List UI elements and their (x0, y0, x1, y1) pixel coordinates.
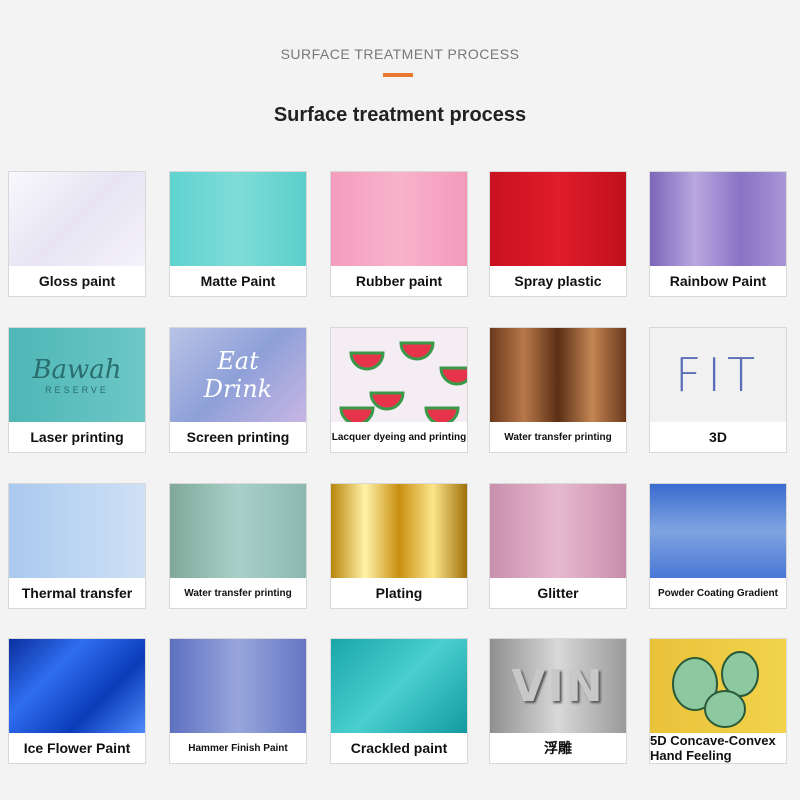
treatment-tile: Plating (330, 483, 468, 609)
treatment-label: Rainbow Paint (650, 266, 786, 296)
treatment-tile: Matte Paint (169, 171, 307, 297)
treatment-tile: Hammer Finish Paint (169, 638, 307, 764)
cactus-pad (721, 651, 759, 697)
watermelon-slice (399, 341, 435, 361)
treatment-label: Glitter (490, 578, 626, 608)
watermelon-slice (439, 366, 467, 386)
swatch-art-text: FIT (674, 348, 762, 402)
treatment-tile: Gloss paint (8, 171, 146, 297)
treatment-swatch (490, 328, 626, 422)
swatch-artwork: Eat Drink (170, 328, 306, 422)
swatch-art-text: Eat (217, 347, 259, 375)
treatment-tile: Powder Coating Gradient (649, 483, 787, 609)
treatment-label: Plating (331, 578, 467, 608)
treatment-tile: VIN 浮雕 (489, 638, 627, 764)
treatment-tile: Spray plastic (489, 171, 627, 297)
treatment-tile: Glitter (489, 483, 627, 609)
treatment-swatch (331, 484, 467, 578)
treatment-swatch (9, 484, 145, 578)
treatment-label: 浮雕 (490, 733, 626, 763)
treatment-tile: Water transfer printing (169, 483, 307, 609)
treatment-tile: FIT 3D (649, 327, 787, 453)
treatment-swatch (331, 172, 467, 266)
treatment-tile: Eat Drink Screen printing (169, 327, 307, 453)
treatment-tile: Rubber paint (330, 171, 468, 297)
treatment-label: 5D Concave-Convex Hand Feeling (650, 733, 786, 763)
treatment-swatch (650, 484, 786, 578)
treatment-label: Matte Paint (170, 266, 306, 296)
treatment-swatch (170, 172, 306, 266)
section-subtitle: SURFACE TREATMENT PROCESS (280, 46, 520, 62)
treatment-swatch (9, 639, 145, 733)
page-title: Surface treatment process (273, 104, 527, 126)
treatment-swatch (9, 172, 145, 266)
watermelon-pattern (339, 341, 467, 422)
treatment-label: Spray plastic (490, 266, 626, 296)
watermelon-slice (349, 351, 385, 371)
treatment-label: Laser printing (9, 422, 145, 452)
treatment-swatch (490, 172, 626, 266)
treatment-swatch (490, 484, 626, 578)
watermelon-slice (339, 406, 375, 422)
treatment-label: Water transfer printing (170, 578, 306, 608)
swatch-art-subtext: RESERVE (45, 385, 109, 395)
treatment-swatch (650, 172, 786, 266)
watermelon-slice (369, 391, 405, 411)
treatment-label: Crackled paint (331, 733, 467, 763)
treatment-tile: 5D Concave-Convex Hand Feeling (649, 638, 787, 764)
treatment-label: Screen printing (170, 422, 306, 452)
treatment-tile: Rainbow Paint (649, 171, 787, 297)
treatment-tile: Thermal transfer (8, 483, 146, 609)
cactus-pad (704, 690, 746, 728)
treatment-label: Gloss paint (9, 266, 145, 296)
treatment-tile: Water transfer printing (489, 327, 627, 453)
treatment-swatch (331, 639, 467, 733)
title-accent-bar (383, 73, 413, 77)
swatch-artwork: Bawah RESERVE (9, 328, 145, 422)
swatch-art-text: Bawah (32, 355, 122, 385)
treatment-tile: Lacquer dyeing and printing (330, 327, 468, 453)
treatment-tile: Ice Flower Paint (8, 638, 146, 764)
treatment-label: Hammer Finish Paint (170, 733, 306, 763)
swatch-art-subtext: Drink (203, 375, 273, 403)
treatment-label: Ice Flower Paint (9, 733, 145, 763)
treatment-label: 3D (650, 422, 786, 452)
treatment-label: Rubber paint (331, 266, 467, 296)
treatment-label: Lacquer dyeing and printing (331, 422, 467, 452)
treatment-tile: Bawah RESERVE Laser printing (8, 327, 146, 453)
treatment-label: Thermal transfer (9, 578, 145, 608)
treatment-tile: Crackled paint (330, 638, 468, 764)
swatch-artwork: VIN (490, 639, 626, 733)
treatment-label: Powder Coating Gradient (650, 578, 786, 608)
swatch-artwork: FIT (650, 328, 786, 422)
treatment-label: Water transfer printing (490, 422, 626, 452)
swatch-art-text: VIN (511, 660, 605, 712)
treatment-swatch (170, 484, 306, 578)
cactus-illustration (672, 651, 759, 728)
treatment-swatch (170, 639, 306, 733)
watermelon-slice (424, 406, 460, 422)
